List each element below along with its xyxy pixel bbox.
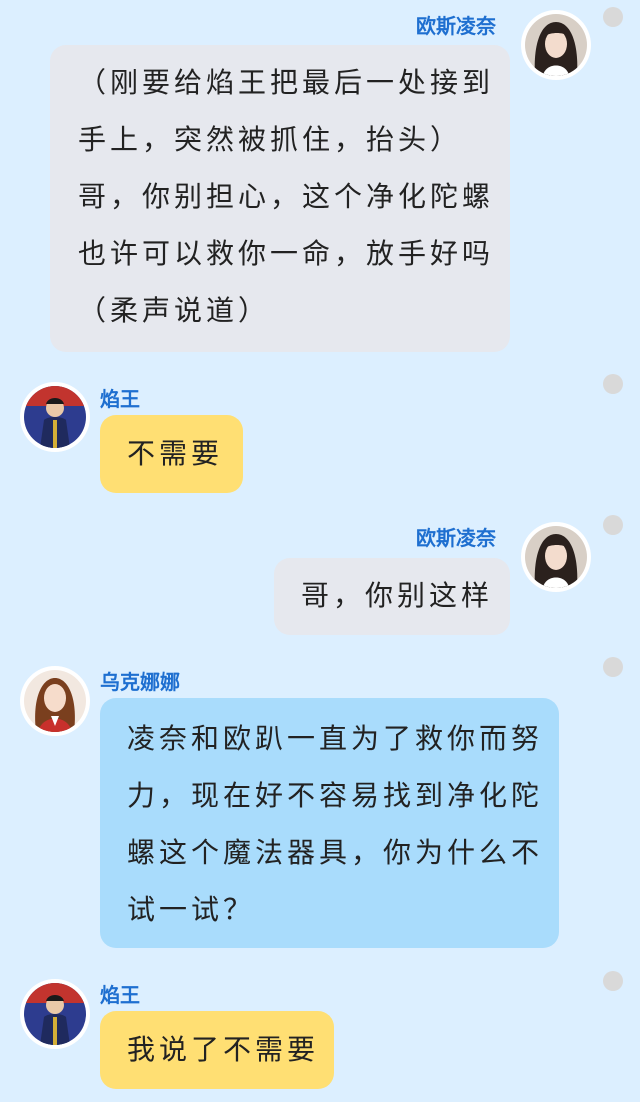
avatar-icon — [525, 14, 587, 76]
avatar-sender-2[interactable] — [20, 382, 90, 452]
message-text-line: 凌奈和欧趴一直为了救你而努 — [127, 722, 544, 755]
message-indicator-dot[interactable] — [603, 971, 623, 991]
sender-name: 焰王 — [100, 983, 140, 1007]
message-text-line: 手上，突然被抓住，抬头） — [78, 123, 463, 156]
avatar-sender-3[interactable] — [521, 522, 591, 592]
avatar-sender-1[interactable] — [521, 10, 591, 80]
avatar-icon — [24, 983, 86, 1045]
message-indicator-dot[interactable] — [603, 515, 623, 535]
message-text-line: 试一试？ — [127, 893, 256, 926]
message-bubble[interactable]: 不需要 — [100, 415, 243, 493]
message-text-line: （柔声说道） — [78, 294, 271, 327]
message-bubble[interactable]: 我说了不需要 — [100, 1011, 334, 1089]
message-text-line: 我说了不需要 — [127, 1033, 320, 1066]
avatar-icon — [24, 670, 86, 732]
message-bubble[interactable]: 哥，你别这样 — [274, 558, 510, 635]
sender-name: 欧斯凌奈 — [416, 14, 496, 38]
message-text-line: （刚要给焰王把最后一处接到 — [78, 66, 495, 99]
message-text-line: 哥，你别这样 — [301, 579, 494, 612]
message-bubble[interactable]: （刚要给焰王把最后一处接到 手上，突然被抓住，抬头） 哥，你别担心，这个净化陀螺… — [50, 45, 510, 352]
avatar-icon — [525, 526, 587, 588]
message-indicator-dot[interactable] — [603, 7, 623, 27]
message-indicator-dot[interactable] — [603, 657, 623, 677]
avatar-sender-5[interactable] — [20, 979, 90, 1049]
message-text-line: 不需要 — [127, 437, 224, 470]
chat-screen: { "colors": { "background": "#dcefff", "… — [0, 0, 640, 1102]
avatar-sender-4[interactable] — [20, 666, 90, 736]
message-text-line: 哥，你别担心，这个净化陀螺 — [78, 180, 495, 213]
message-bubble[interactable]: 凌奈和欧趴一直为了救你而努 力，现在好不容易找到净化陀 螺这个魔法器具，你为什么… — [100, 698, 559, 948]
message-indicator-dot[interactable] — [603, 374, 623, 394]
sender-name: 焰王 — [100, 387, 140, 411]
message-text-line: 也许可以救你一命，放手好吗 — [78, 237, 495, 270]
message-text-line: 螺这个魔法器具，你为什么不 — [127, 836, 544, 869]
sender-name: 乌克娜娜 — [100, 670, 180, 694]
sender-name: 欧斯凌奈 — [416, 526, 496, 550]
message-text-line: 力，现在好不容易找到净化陀 — [127, 779, 544, 812]
avatar-icon — [24, 386, 86, 448]
